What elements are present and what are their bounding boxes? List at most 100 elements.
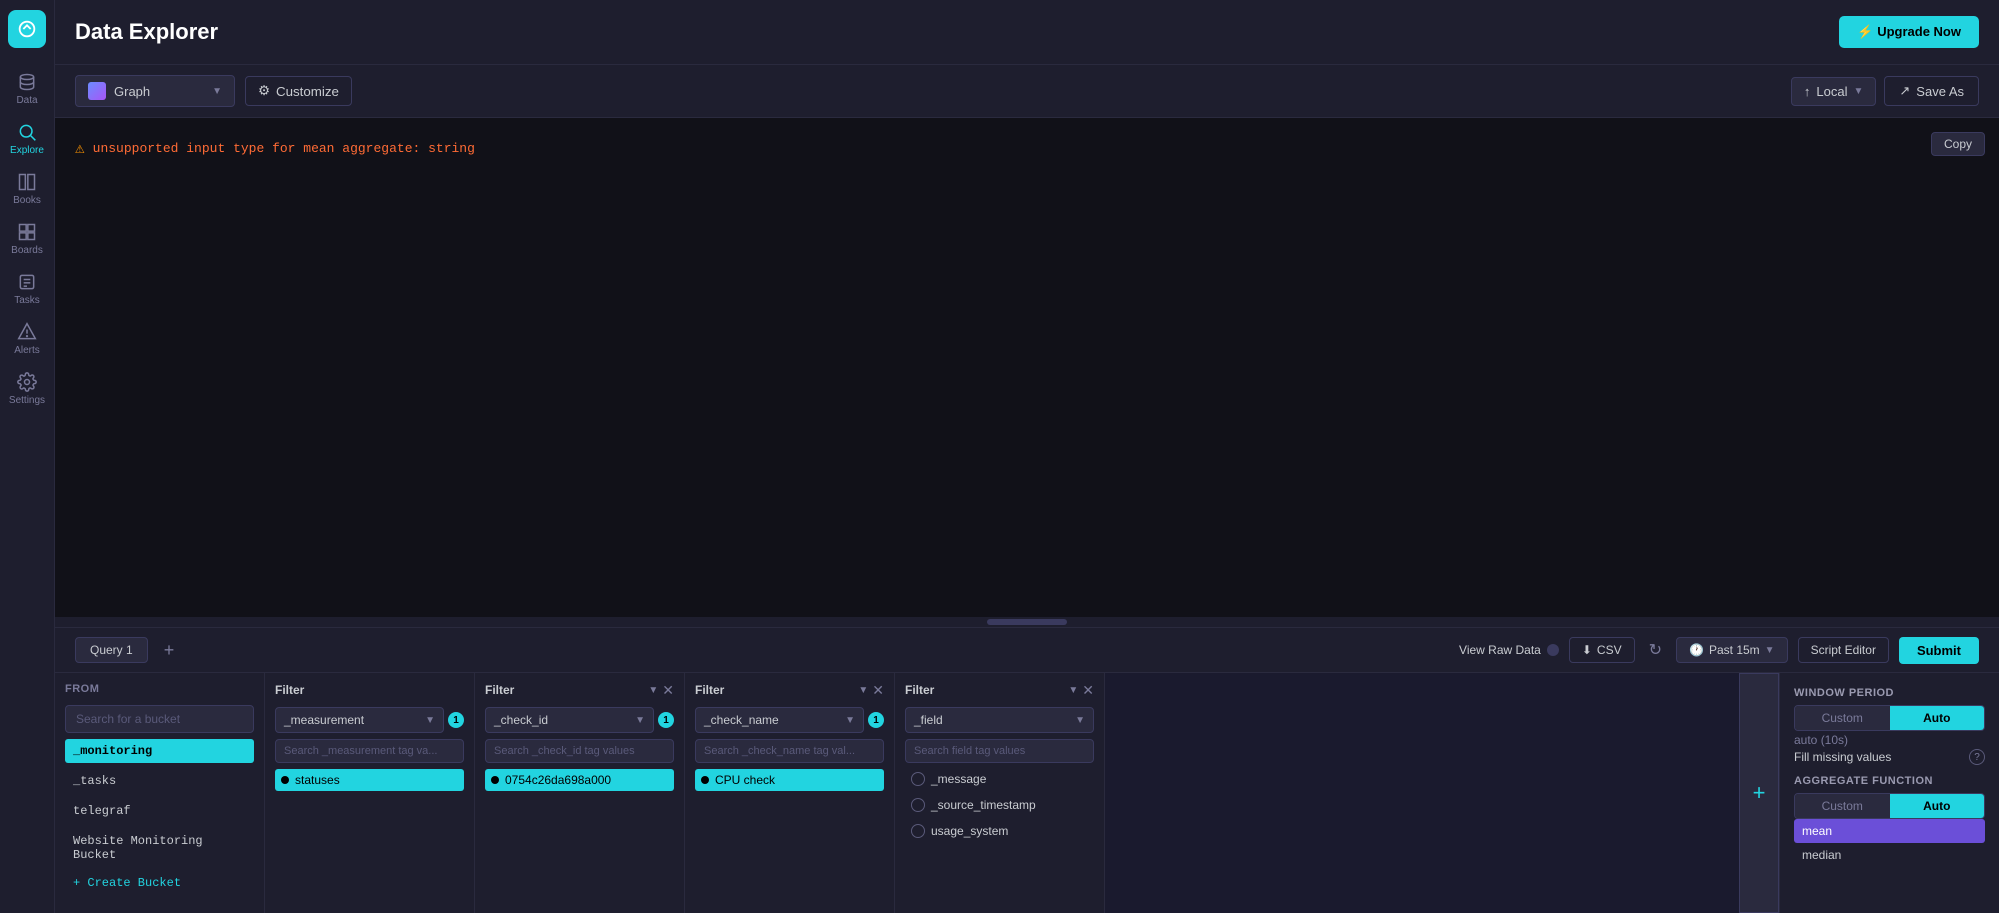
- clock-icon: 🕐: [1689, 643, 1704, 657]
- selected-dot: [281, 776, 289, 784]
- checkid-search-input[interactable]: [485, 739, 674, 763]
- filter-field-3: _check_name ▼ 1: [695, 707, 884, 733]
- filter-badge-2: 1: [658, 712, 674, 728]
- filter-close-3[interactable]: ✕: [872, 683, 884, 697]
- checkname-search-input[interactable]: [695, 739, 884, 763]
- sidebar-item-boards[interactable]: Boards: [0, 214, 54, 264]
- filter-controls-2: ▼ ✕: [648, 683, 674, 697]
- filter-select-checkname[interactable]: _check_name ▼: [695, 707, 864, 733]
- boards-icon: [17, 222, 37, 242]
- filter-title-3: Filter: [695, 683, 724, 697]
- filter-value-message[interactable]: _message: [905, 769, 1094, 789]
- query-tab[interactable]: Query 1: [75, 637, 148, 663]
- aggregate-title: AGGREGATE FUNCTION: [1794, 775, 1985, 787]
- customize-button[interactable]: ⚙ Customize: [245, 76, 352, 106]
- field-search-input[interactable]: [905, 739, 1094, 763]
- filter-value-checkid[interactable]: 0754c26da698a000: [485, 769, 674, 791]
- sidebar-item-explore[interactable]: Explore: [0, 114, 54, 164]
- script-editor-button[interactable]: Script Editor: [1798, 637, 1889, 663]
- view-raw-data-toggle[interactable]: View Raw Data: [1459, 643, 1559, 657]
- chevron-icon: ▼: [635, 715, 645, 726]
- toolbar-row: Graph ▼ ⚙ Customize ↑ Local ▼ ↗ Save As: [55, 65, 1999, 118]
- filter-close-4[interactable]: ✕: [1082, 683, 1094, 697]
- filter-close-2[interactable]: ✕: [662, 683, 674, 697]
- chart-content: ⚠ unsupported input type for mean aggreg…: [55, 118, 1999, 617]
- window-custom-option[interactable]: Custom: [1795, 706, 1890, 730]
- chevron-icon: ▼: [1068, 685, 1078, 696]
- toolbar-left: Graph ▼ ⚙ Customize: [75, 75, 352, 107]
- create-bucket-link[interactable]: + Create Bucket: [65, 873, 254, 893]
- copy-button[interactable]: Copy: [1931, 132, 1985, 156]
- agg-custom-option[interactable]: Custom: [1795, 794, 1890, 818]
- sidebar-item-data[interactable]: Data: [0, 64, 54, 114]
- top-header: Data Explorer ⚡ Upgrade Now: [55, 0, 1999, 65]
- submit-button[interactable]: Submit: [1899, 637, 1979, 664]
- gear-icon: ⚙: [258, 83, 270, 99]
- sidebar-logo[interactable]: [8, 10, 46, 48]
- bucket-item-tasks[interactable]: _tasks: [65, 769, 254, 793]
- filter-panel-checkname: Filter ▼ ✕ _check_name ▼ 1 CPU c: [685, 673, 895, 913]
- filter-select-field[interactable]: _field ▼: [905, 707, 1094, 733]
- add-query-button[interactable]: +: [158, 641, 181, 659]
- filter-field-4: _field ▼: [905, 707, 1094, 733]
- upgrade-button[interactable]: ⚡ Upgrade Now: [1839, 16, 1979, 48]
- tasks-icon: [17, 272, 37, 292]
- scrollbar-thumb: [987, 619, 1067, 625]
- save-icon: ↗: [1899, 83, 1910, 99]
- graph-icon: [88, 82, 106, 100]
- bucket-item-monitoring[interactable]: _monitoring: [65, 739, 254, 763]
- sidebar-item-tasks[interactable]: Tasks: [0, 264, 54, 314]
- filter-header-1: Filter: [275, 683, 464, 697]
- save-as-button[interactable]: ↗ Save As: [1884, 76, 1979, 106]
- filter-badge-1: 1: [448, 712, 464, 728]
- query-bar: Query 1 + View Raw Data ⬇ CSV ↻ 🕐 Past 1…: [55, 627, 1999, 673]
- filter-title-4: Filter: [905, 683, 934, 697]
- csv-button[interactable]: ⬇ CSV: [1569, 637, 1635, 663]
- bucket-item-telegraf[interactable]: telegraf: [65, 799, 254, 823]
- filter-badge-3: 1: [868, 712, 884, 728]
- auto-period-text: auto (10s): [1794, 731, 1985, 749]
- info-icon[interactable]: ?: [1969, 749, 1985, 765]
- filter-select-measurement[interactable]: _measurement ▼: [275, 707, 444, 733]
- bucket-search-input[interactable]: [65, 705, 254, 733]
- sidebar-item-books[interactable]: Books: [0, 164, 54, 214]
- agg-auto-option[interactable]: Auto: [1890, 794, 1985, 818]
- alerts-icon: [17, 322, 37, 342]
- filter-controls-3: ▼ ✕: [858, 683, 884, 697]
- local-select[interactable]: ↑ Local ▼: [1791, 77, 1876, 106]
- filter-value-usage-system[interactable]: usage_system: [905, 821, 1094, 841]
- aggregate-toggle: Custom Auto: [1794, 793, 1985, 819]
- add-field-button[interactable]: +: [1739, 673, 1779, 913]
- window-period-toggle: Custom Auto: [1794, 705, 1985, 731]
- sidebar: Data Explore Books Boards Tasks Alerts S…: [0, 0, 55, 913]
- chevron-icon: ▼: [425, 715, 435, 726]
- filter-panels: Filter _measurement ▼ 1 statuses: [265, 673, 1739, 913]
- bottom-panels: FROM _monitoring _tasks telegraf Website…: [55, 673, 1999, 913]
- agg-median[interactable]: median: [1794, 843, 1985, 867]
- query-bar-right: View Raw Data ⬇ CSV ↻ 🕐 Past 15m ▼ Scrip…: [1459, 636, 1979, 664]
- time-range-button[interactable]: 🕐 Past 15m ▼: [1676, 637, 1788, 663]
- chevron-icon: ▼: [648, 685, 658, 696]
- filter-panel-field: Filter ▼ ✕ _field ▼ _message: [895, 673, 1105, 913]
- data-icon: [17, 72, 37, 92]
- location-icon: ↑: [1804, 84, 1811, 99]
- filter-header-2: Filter ▼ ✕: [485, 683, 674, 697]
- chart-scrollbar: [55, 617, 1999, 627]
- agg-mean[interactable]: mean: [1794, 819, 1985, 843]
- sidebar-item-alerts[interactable]: Alerts: [0, 314, 54, 364]
- checkbox-message: [911, 772, 925, 786]
- filter-value-checkname[interactable]: CPU check: [695, 769, 884, 791]
- warning-icon: ⚠: [75, 138, 85, 158]
- fill-missing-row: Fill missing values ?: [1794, 749, 1985, 765]
- measurement-search-input[interactable]: [275, 739, 464, 763]
- from-label: FROM: [65, 683, 254, 699]
- bucket-item-website[interactable]: Website Monitoring Bucket: [65, 829, 254, 867]
- filter-value-statuses[interactable]: statuses: [275, 769, 464, 791]
- filter-select-checkid[interactable]: _check_id ▼: [485, 707, 654, 733]
- refresh-button[interactable]: ↻: [1645, 636, 1666, 664]
- graph-type-select[interactable]: Graph ▼: [75, 75, 235, 107]
- filter-value-source-timestamp[interactable]: _source_timestamp: [905, 795, 1094, 815]
- window-auto-option[interactable]: Auto: [1890, 706, 1985, 730]
- sidebar-item-settings[interactable]: Settings: [0, 364, 54, 414]
- toolbar-right: ↑ Local ▼ ↗ Save As: [1791, 76, 1979, 106]
